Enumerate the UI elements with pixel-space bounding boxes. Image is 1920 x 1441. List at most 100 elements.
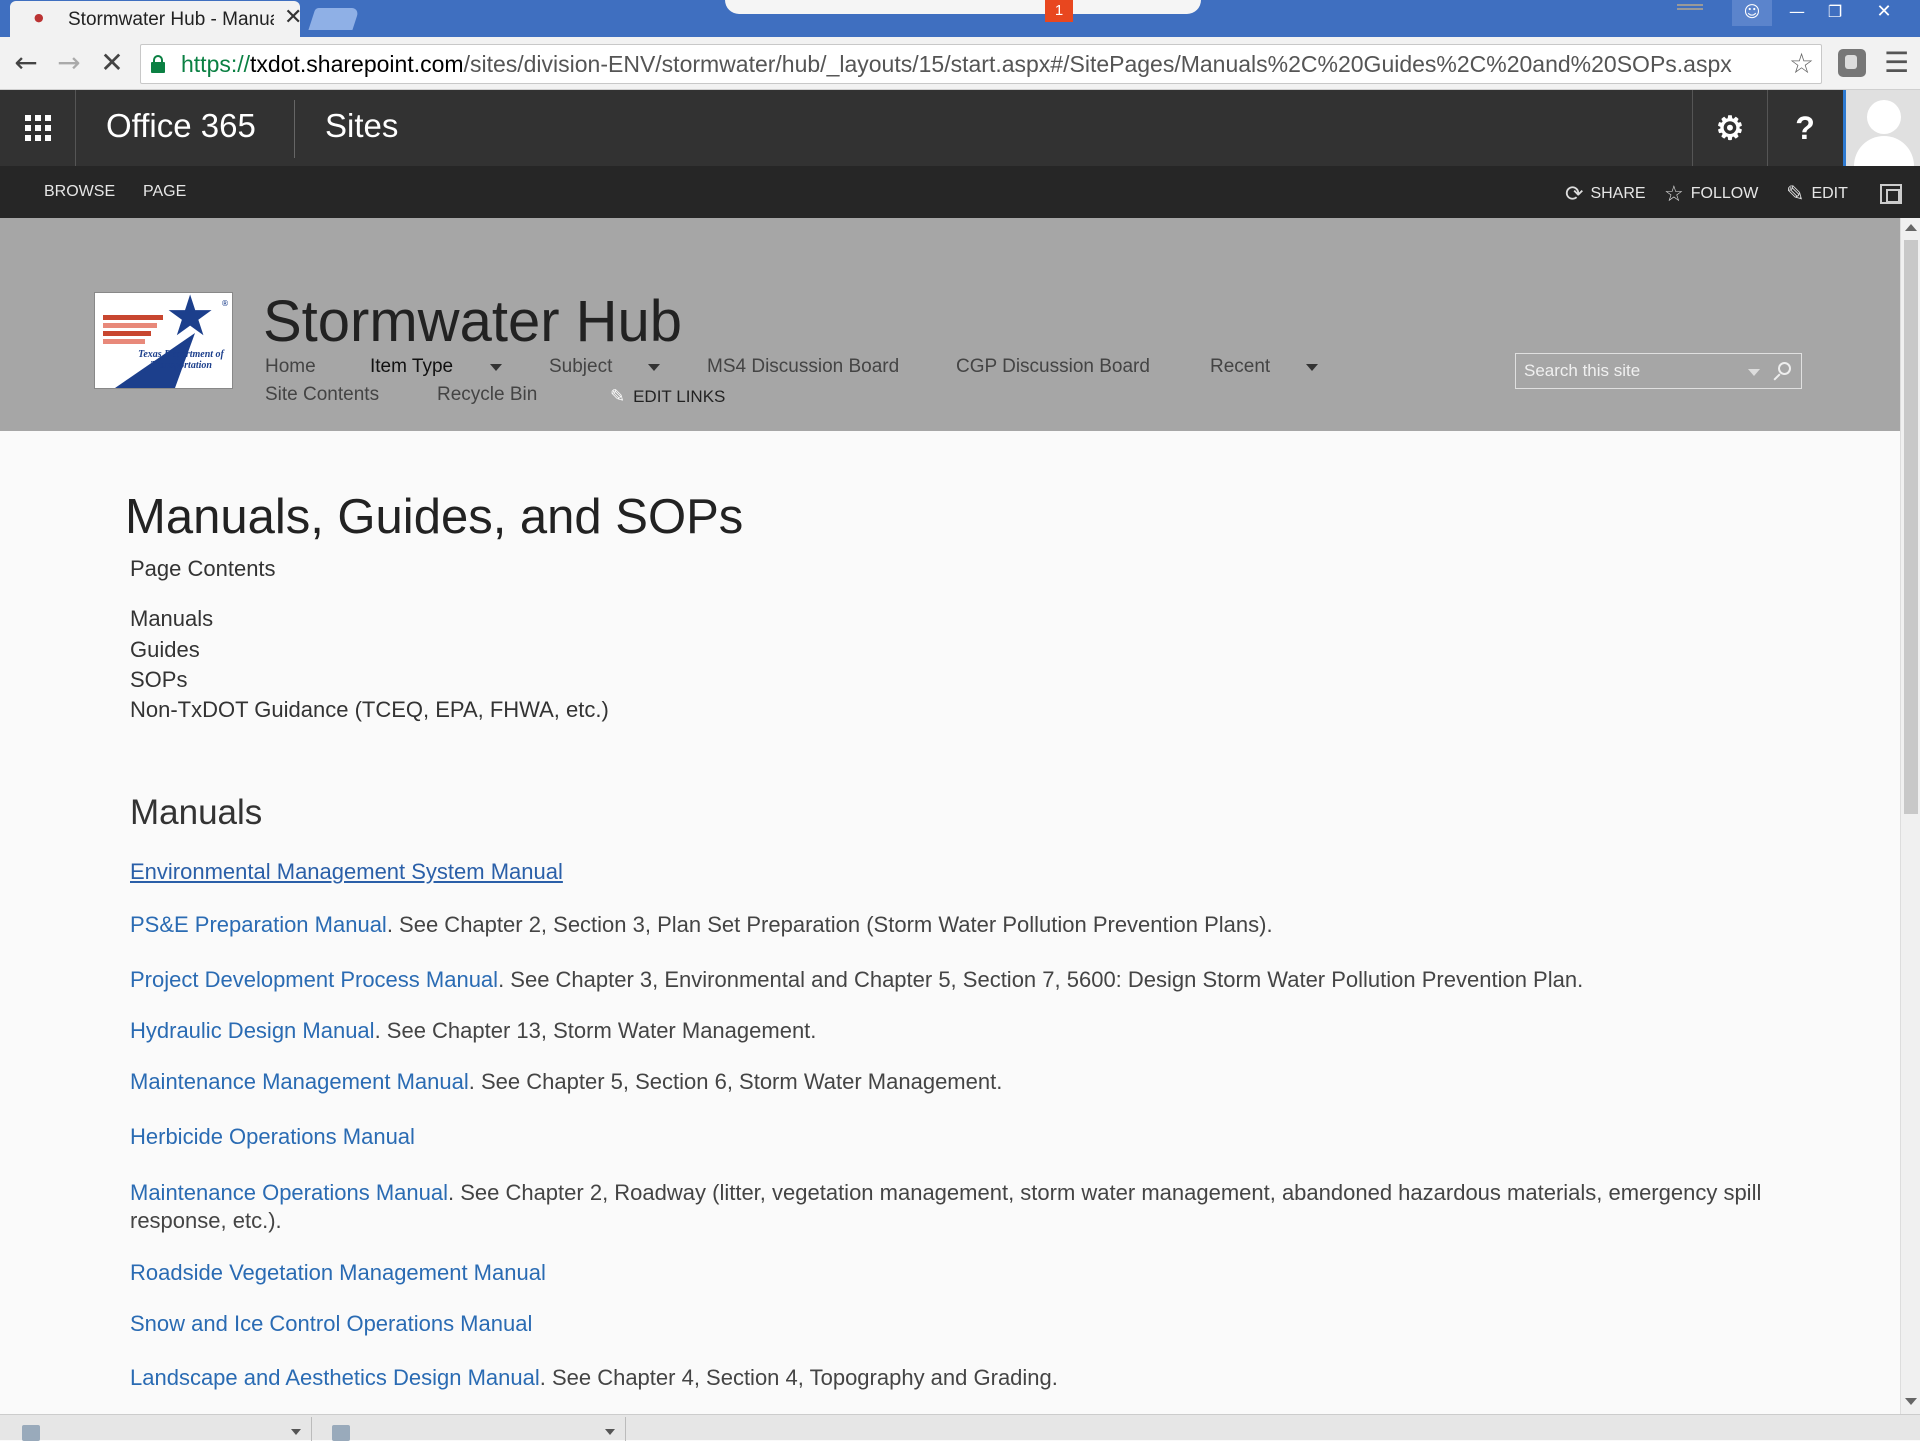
nav-recent[interactable]: Recent <box>1210 356 1270 378</box>
minimize-button[interactable]: — <box>1777 0 1817 26</box>
manual-note: . See Chapter 5, Section 6, Storm Water … <box>468 1069 1003 1094</box>
manual-note: . See Chapter 13, Storm Water Management… <box>374 1018 817 1043</box>
nav-cgp-discussion-board[interactable]: CGP Discussion Board <box>956 356 1150 378</box>
share-button[interactable]: ⟳ SHARE <box>1565 181 1646 207</box>
notification-badge[interactable]: 1 <box>1045 0 1073 22</box>
browser-titlebar: ● Stormwater Hub - Manuals, Guides, and … <box>0 0 1920 37</box>
waffle-icon <box>25 115 51 141</box>
address-bar[interactable]: https://txdot.sharepoint.com/sites/divis… <box>140 44 1822 84</box>
download-item[interactable] <box>320 1417 626 1441</box>
toc-link-manuals[interactable]: Manuals <box>130 606 213 632</box>
list-item: Project Development Process Manual. See … <box>130 966 1770 994</box>
star-icon: ☆ <box>1664 181 1684 206</box>
search-icon[interactable] <box>1772 361 1794 383</box>
edit-links-button[interactable]: ✎ EDIT LINKS <box>610 386 725 407</box>
manual-link[interactable]: Project Development Process Manual <box>130 967 498 992</box>
page-scrollbar[interactable] <box>1900 218 1920 1414</box>
nav-site-contents[interactable]: Site Contents <box>265 384 379 406</box>
user-avatar[interactable] <box>1843 90 1920 166</box>
browser-menu-icon[interactable]: ☰ <box>1884 45 1909 81</box>
sites-app-label[interactable]: Sites <box>325 107 398 145</box>
manual-note: . See Chapter 2, Section 3, Plan Set Pre… <box>386 912 1273 937</box>
list-item: Maintenance Management Manual. See Chapt… <box>130 1068 1770 1096</box>
list-item: Environmental Management System Manual <box>130 858 1770 886</box>
scroll-down-arrow-icon[interactable] <box>1905 1398 1917 1405</box>
profile-icon[interactable]: ☺ <box>1732 0 1772 26</box>
follow-button[interactable]: ☆ FOLLOW <box>1664 181 1758 207</box>
toc-link-guides[interactable]: Guides <box>130 637 200 663</box>
pencil-icon: ✎ <box>1786 181 1805 206</box>
logo-text: Texas Department of Transportation <box>138 349 224 371</box>
back-arrow-icon[interactable]: ← <box>8 45 44 81</box>
site-title[interactable]: Stormwater Hub <box>263 288 682 355</box>
nav-recycle-bin[interactable]: Recycle Bin <box>437 384 537 406</box>
chevron-down-icon[interactable] <box>1306 364 1318 371</box>
list-item: Roadside Vegetation Management Manual <box>130 1259 1770 1287</box>
logo-star-icon: ★ <box>165 292 216 349</box>
edit-links-label: EDIT LINKS <box>633 387 726 406</box>
file-icon <box>332 1425 350 1441</box>
manual-link[interactable]: Environmental Management System Manual <box>130 859 563 884</box>
chevron-down-icon[interactable] <box>648 364 660 371</box>
help-button[interactable]: ? <box>1767 90 1842 166</box>
manual-link[interactable]: PS&E Preparation Manual <box>130 912 387 937</box>
edit-button[interactable]: ✎ EDIT <box>1786 181 1848 207</box>
manual-link[interactable]: Hydraulic Design Manual <box>130 1018 375 1043</box>
suite-bar: Office 365 Sites ⚙ ? <box>0 90 1920 166</box>
stop-icon[interactable]: ✕ <box>94 45 130 81</box>
manual-note: . See Chapter 4, Section 4, Topography a… <box>539 1365 1058 1390</box>
page-contents-heading: Page Contents <box>130 556 276 581</box>
tab-browse[interactable]: BROWSE <box>44 183 115 201</box>
nav-home[interactable]: Home <box>265 356 316 378</box>
scrollbar-thumb[interactable] <box>1904 240 1918 814</box>
manual-link[interactable]: Roadside Vegetation Management Manual <box>130 1260 546 1285</box>
list-item: Herbicide Operations Manual <box>130 1123 1770 1151</box>
manual-link[interactable]: Herbicide Operations Manual <box>130 1124 415 1149</box>
share-label: SHARE <box>1590 185 1646 202</box>
settings-gear-icon[interactable]: ⚙ <box>1692 90 1767 166</box>
toc-link-non-txdot-guidance[interactable]: Non-TxDOT Guidance (TCEQ, EPA, FHWA, etc… <box>130 697 609 723</box>
bookmark-star-icon[interactable]: ☆ <box>1789 47 1814 80</box>
tab-close-icon[interactable]: ✕ <box>284 6 302 30</box>
chevron-down-icon[interactable] <box>291 1429 301 1435</box>
search-scope-dropdown-icon[interactable] <box>1748 369 1760 376</box>
office365-brand[interactable]: Office 365 <box>106 107 256 145</box>
window-drag-handle[interactable] <box>725 0 1703 14</box>
focus-on-content-icon[interactable] <box>1880 184 1902 204</box>
manual-link[interactable]: Maintenance Management Manual <box>130 1069 469 1094</box>
section-heading-manuals: Manuals <box>130 793 263 832</box>
pencil-icon: ✎ <box>610 386 626 406</box>
manual-link[interactable]: Maintenance Operations Manual <box>130 1180 448 1205</box>
share-icon: ⟳ <box>1565 181 1584 206</box>
favicon-icon: ● <box>34 11 44 24</box>
new-tab-button[interactable] <box>308 8 360 30</box>
browser-tab[interactable]: ● Stormwater Hub - Manuals, Guides, and … <box>10 1 302 37</box>
manual-link[interactable]: Snow and Ice Control Operations Manual <box>130 1311 532 1336</box>
url-path: /sites/division-ENV/stormwater/hub/_layo… <box>463 51 1732 77</box>
search-input[interactable] <box>1522 358 1732 384</box>
download-bar <box>0 1414 1920 1441</box>
manual-link[interactable]: Landscape and Aesthetics Design Manual <box>130 1365 540 1390</box>
restore-button[interactable]: ❐ <box>1815 0 1855 26</box>
drag-lines-icon <box>1677 4 1703 10</box>
tab-page[interactable]: PAGE <box>143 183 186 201</box>
txdot-logo[interactable]: ★ ® Texas Department of Transportation <box>94 292 233 389</box>
chevron-down-icon[interactable] <box>490 364 502 371</box>
url-text[interactable]: https://txdot.sharepoint.com/sites/divis… <box>181 51 1732 78</box>
app-launcher-button[interactable] <box>0 90 76 166</box>
toc-link-sops[interactable]: SOPs <box>130 667 187 693</box>
lock-icon <box>151 55 165 73</box>
extension-icon[interactable] <box>1838 49 1866 77</box>
list-item: Landscape and Aesthetics Design Manual. … <box>130 1364 1770 1392</box>
nav-item-type[interactable]: Item Type <box>370 356 453 378</box>
window-close-button[interactable]: ✕ <box>1858 0 1910 26</box>
nav-subject[interactable]: Subject <box>549 356 612 378</box>
manual-note: . See Chapter 3, Environmental and Chapt… <box>498 967 1584 992</box>
scroll-up-arrow-icon[interactable] <box>1905 224 1917 231</box>
follow-label: FOLLOW <box>1690 185 1759 202</box>
edit-label: EDIT <box>1811 185 1848 202</box>
forward-arrow-icon[interactable]: → <box>51 45 87 81</box>
nav-ms4-discussion-board[interactable]: MS4 Discussion Board <box>707 356 899 378</box>
download-item[interactable] <box>10 1417 312 1441</box>
chevron-down-icon[interactable] <box>605 1429 615 1435</box>
